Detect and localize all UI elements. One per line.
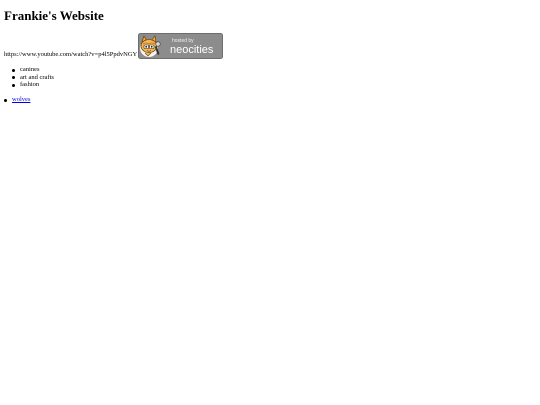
list-item: wolves bbox=[4, 96, 30, 104]
video-link-row: https://www.youtube.com/watch?v=p4l5Ppdv… bbox=[4, 33, 224, 59]
list-item: canines bbox=[12, 66, 54, 74]
page: Frankie's Website https://www.youtube.co… bbox=[0, 0, 540, 405]
list-item: art and crafts bbox=[12, 74, 54, 82]
neocities-badge-graphic: hosted by neocities bbox=[138, 33, 224, 59]
list-item: fashion bbox=[12, 81, 54, 89]
links-list: wolves bbox=[4, 96, 30, 104]
neocities-badge[interactable]: hosted by neocities bbox=[138, 33, 224, 59]
video-link-text: https://www.youtube.com/watch?v=p4l5Ppdv… bbox=[4, 51, 138, 58]
wolves-link[interactable]: wolves bbox=[12, 96, 30, 103]
page-title: Frankie's Website bbox=[4, 8, 104, 23]
topics-list: canines art and crafts fashion bbox=[12, 66, 54, 89]
badge-brand-text: neocities bbox=[170, 44, 214, 56]
